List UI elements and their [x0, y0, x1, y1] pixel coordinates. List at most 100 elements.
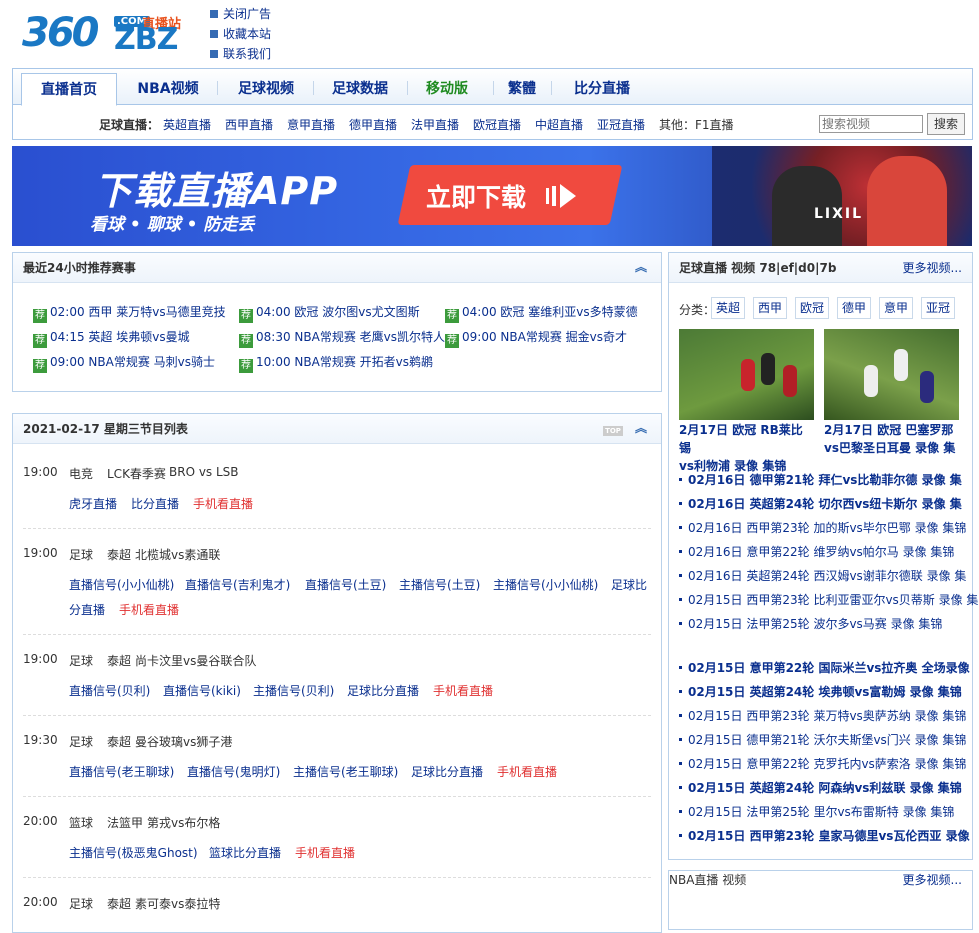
video-news-item[interactable]: 02月16日 西甲第23轮 加的斯vs毕尔巴鄂 录像 集锦	[679, 519, 966, 536]
row-type: 足球	[69, 654, 94, 668]
contact-link[interactable]: 联系我们	[210, 44, 271, 64]
stream-link[interactable]: 主播信号(小小仙桃)	[493, 576, 598, 593]
stream-link[interactable]: 主播信号(老王聊球)	[293, 763, 398, 780]
sub-link-seriea[interactable]: 意甲直播	[287, 116, 335, 133]
sub-link-csl[interactable]: 中超直播	[535, 116, 583, 133]
video-caption[interactable]: 2月17日 欧冠 RB莱比锡 vs利物浦 录像 集锦	[679, 421, 814, 475]
bullet-dot-icon	[679, 834, 682, 837]
video-news-item[interactable]: 02月16日 意甲第22轮 维罗纳vs帕尔马 录像 集锦	[679, 543, 954, 560]
recommend-item[interactable]: 荐 04:15 英超 埃弗顿vs曼城	[33, 328, 190, 348]
bookmark-link[interactable]: 收藏本站	[210, 24, 271, 44]
video-news-item[interactable]: 02月15日 法甲第25轮 里尔vs布雷斯特 录像 集锦	[679, 803, 954, 820]
download-button-label[interactable]: 立即下载	[426, 178, 526, 214]
video-news-item[interactable]: 02月16日 英超第24轮 西汉姆vs谢菲尔德联 录像 集	[679, 567, 966, 584]
stream-link[interactable]: 直播信号(kiki)	[163, 682, 241, 699]
bullet-dot-icon	[679, 526, 682, 529]
stream-link[interactable]: 主播信号(极恶鬼Ghost)	[69, 844, 198, 861]
nav-item-live-score[interactable]: 比分直播	[553, 69, 651, 105]
sub-link-other-f1[interactable]: 其他：F1直播	[659, 116, 734, 133]
category-acl[interactable]: 亚冠	[921, 297, 956, 319]
stream-link[interactable]: 虎牙直播	[69, 495, 117, 512]
top-button[interactable]: TOP	[603, 426, 623, 436]
video-news-item[interactable]: 02月15日 西甲第23轮 皇家马德里vs瓦伦西亚 录像	[679, 827, 970, 844]
nav-item-mobile[interactable]: 移动版	[401, 69, 493, 105]
more-nba-videos-link[interactable]: 更多视频...	[903, 871, 962, 888]
bullet-dot-icon	[679, 786, 682, 789]
nav-item-football-data[interactable]: 足球数据	[313, 69, 407, 105]
bullet-dot-icon	[679, 598, 682, 601]
recommend-tag-icon: 荐	[33, 334, 47, 348]
sub-link-bundesliga[interactable]: 德甲直播	[349, 116, 397, 133]
video-news-item[interactable]: 02月15日 西甲第23轮 莱万特vs奥萨苏纳 录像 集锦	[679, 707, 966, 724]
category-epl[interactable]: 英超	[711, 297, 746, 319]
app-download-banner[interactable]: LIXIL 下载直播APP 看球 • 聊球 • 防走丢 立即下载	[12, 146, 972, 246]
mobile-watch-link[interactable]: 手机看直播	[193, 495, 253, 512]
stream-link[interactable]: 比分直播	[131, 495, 179, 512]
stream-link[interactable]: 直播信号(小小仙桃)	[69, 576, 174, 593]
site-logo[interactable]: 360 .COM 直播站 ZBZ	[22, 10, 192, 58]
recommend-item[interactable]: 荐 04:00 欧冠 波尔图vs尤文图斯	[239, 303, 420, 323]
recommend-item[interactable]: 荐 10:00 NBA常规赛 开拓者vs鹈鹕	[239, 353, 433, 373]
stream-link[interactable]: 主播信号(贝利)	[253, 682, 334, 699]
recommend-item[interactable]: 荐 02:00 西甲 莱万特vs马德里竞技	[33, 303, 226, 323]
video-news-item[interactable]: 02月15日 英超第24轮 阿森纳vs利兹联 录像 集锦	[679, 779, 962, 796]
category-seriea[interactable]: 意甲	[879, 297, 914, 319]
score-link[interactable]: 足球比分直播	[411, 763, 483, 780]
stream-link[interactable]: 直播信号(贝利)	[69, 682, 150, 699]
football-video-title: 足球直播 视频 78|ef|d0|7b 更多视频...	[669, 253, 972, 283]
sub-link-ligue1[interactable]: 法甲直播	[411, 116, 459, 133]
sub-link-acl[interactable]: 亚冠直播	[597, 116, 645, 133]
stream-link[interactable]: 直播信号(鬼明灯)	[187, 763, 280, 780]
stream-link[interactable]: 直播信号(土豆)	[305, 576, 386, 593]
score-link[interactable]: 足球比分直播	[347, 682, 419, 699]
sub-link-epl[interactable]: 英超直播	[163, 116, 211, 133]
sub-link-laliga[interactable]: 西甲直播	[225, 116, 273, 133]
nav-item-traditional[interactable]: 繁體	[485, 69, 559, 105]
video-news-item[interactable]: 02月16日 德甲第21轮 拜仁vs比勒菲尔德 录像 集	[679, 471, 962, 488]
video-thumbnail[interactable]	[679, 329, 814, 420]
video-news-text: 02月15日 意甲第22轮 国际米兰vs拉齐奥 全场录像	[688, 661, 970, 675]
video-thumbnail[interactable]	[824, 329, 959, 420]
recommend-item[interactable]: 荐 09:00 NBA常规赛 掘金vs奇才	[445, 328, 627, 348]
nav-item-nba-video[interactable]: NBA视频	[121, 69, 215, 105]
mobile-watch-link[interactable]: 手机看直播	[497, 763, 557, 780]
score-link[interactable]: 分直播	[69, 601, 105, 618]
video-news-item[interactable]: 02月15日 意甲第22轮 国际米兰vs拉齐奥 全场录像	[679, 659, 970, 676]
stream-link[interactable]: 直播信号(老王聊球)	[69, 763, 174, 780]
video-news-item[interactable]: 02月15日 西甲第23轮 比利亚雷亚尔vs贝蒂斯 录像 集	[679, 591, 978, 608]
video-news-item[interactable]: 02月16日 英超第24轮 切尔西vs纽卡斯尔 录像 集	[679, 495, 962, 512]
video-news-item[interactable]: 02月15日 意甲第22轮 克罗托内vs萨索洛 录像 集锦	[679, 755, 966, 772]
mobile-watch-link[interactable]: 手机看直播	[433, 682, 493, 699]
more-videos-link[interactable]: 更多视频...	[903, 253, 962, 283]
close-ads-link[interactable]: 关闭广告	[210, 4, 271, 24]
score-link[interactable]: 足球比	[611, 576, 647, 593]
search-button[interactable]: 搜索	[927, 113, 965, 135]
player-figure	[761, 353, 775, 385]
category-bundesliga[interactable]: 德甲	[837, 297, 872, 319]
bullet-dot-icon	[679, 666, 682, 669]
category-laliga[interactable]: 西甲	[753, 297, 788, 319]
banner-subtitle: 看球 • 聊球 • 防走丢	[90, 215, 255, 235]
collapse-up-icon[interactable]: ︽	[635, 422, 647, 434]
category-ucl[interactable]: 欧冠	[795, 297, 830, 319]
collapse-up-icon[interactable]: ︽	[635, 261, 647, 273]
row-time: 19:30	[23, 733, 58, 747]
nav-item-football-video[interactable]: 足球视频	[219, 69, 313, 105]
search-input[interactable]	[819, 115, 923, 133]
video-news-item[interactable]: 02月15日 德甲第21轮 沃尔夫斯堡vs门兴 录像 集锦	[679, 731, 966, 748]
mobile-watch-link[interactable]: 手机看直播	[119, 601, 179, 618]
video-news-item[interactable]: 02月15日 法甲第25轮 波尔多vs马赛 录像 集锦	[679, 615, 942, 632]
sub-link-ucl[interactable]: 欧冠直播	[473, 116, 521, 133]
recommend-item[interactable]: 荐 08:30 NBA常规赛 老鹰vs凯尔特人	[239, 328, 445, 348]
video-news-text: 02月15日 英超第24轮 阿森纳vs利兹联 录像 集锦	[688, 781, 962, 795]
video-caption[interactable]: 2月17日 欧冠 巴塞罗那 vs巴黎圣日耳曼 录像 集	[824, 421, 959, 457]
stream-link[interactable]: 主播信号(土豆)	[399, 576, 480, 593]
nav-item-home[interactable]: 直播首页	[21, 73, 117, 106]
score-link[interactable]: 篮球比分直播	[209, 844, 281, 861]
video-news-item[interactable]: 02月15日 英超第24轮 埃弗顿vs富勒姆 录像 集锦	[679, 683, 962, 700]
recommend-item[interactable]: 荐 09:00 NBA常规赛 马刺vs骑士	[33, 353, 215, 373]
stream-link[interactable]: 直播信号(吉利鬼才)	[185, 576, 290, 593]
row-time: 19:00	[23, 546, 58, 560]
mobile-watch-link[interactable]: 手机看直播	[295, 844, 355, 861]
recommend-item[interactable]: 荐 04:00 欧冠 塞维利亚vs多特蒙德	[445, 303, 638, 323]
